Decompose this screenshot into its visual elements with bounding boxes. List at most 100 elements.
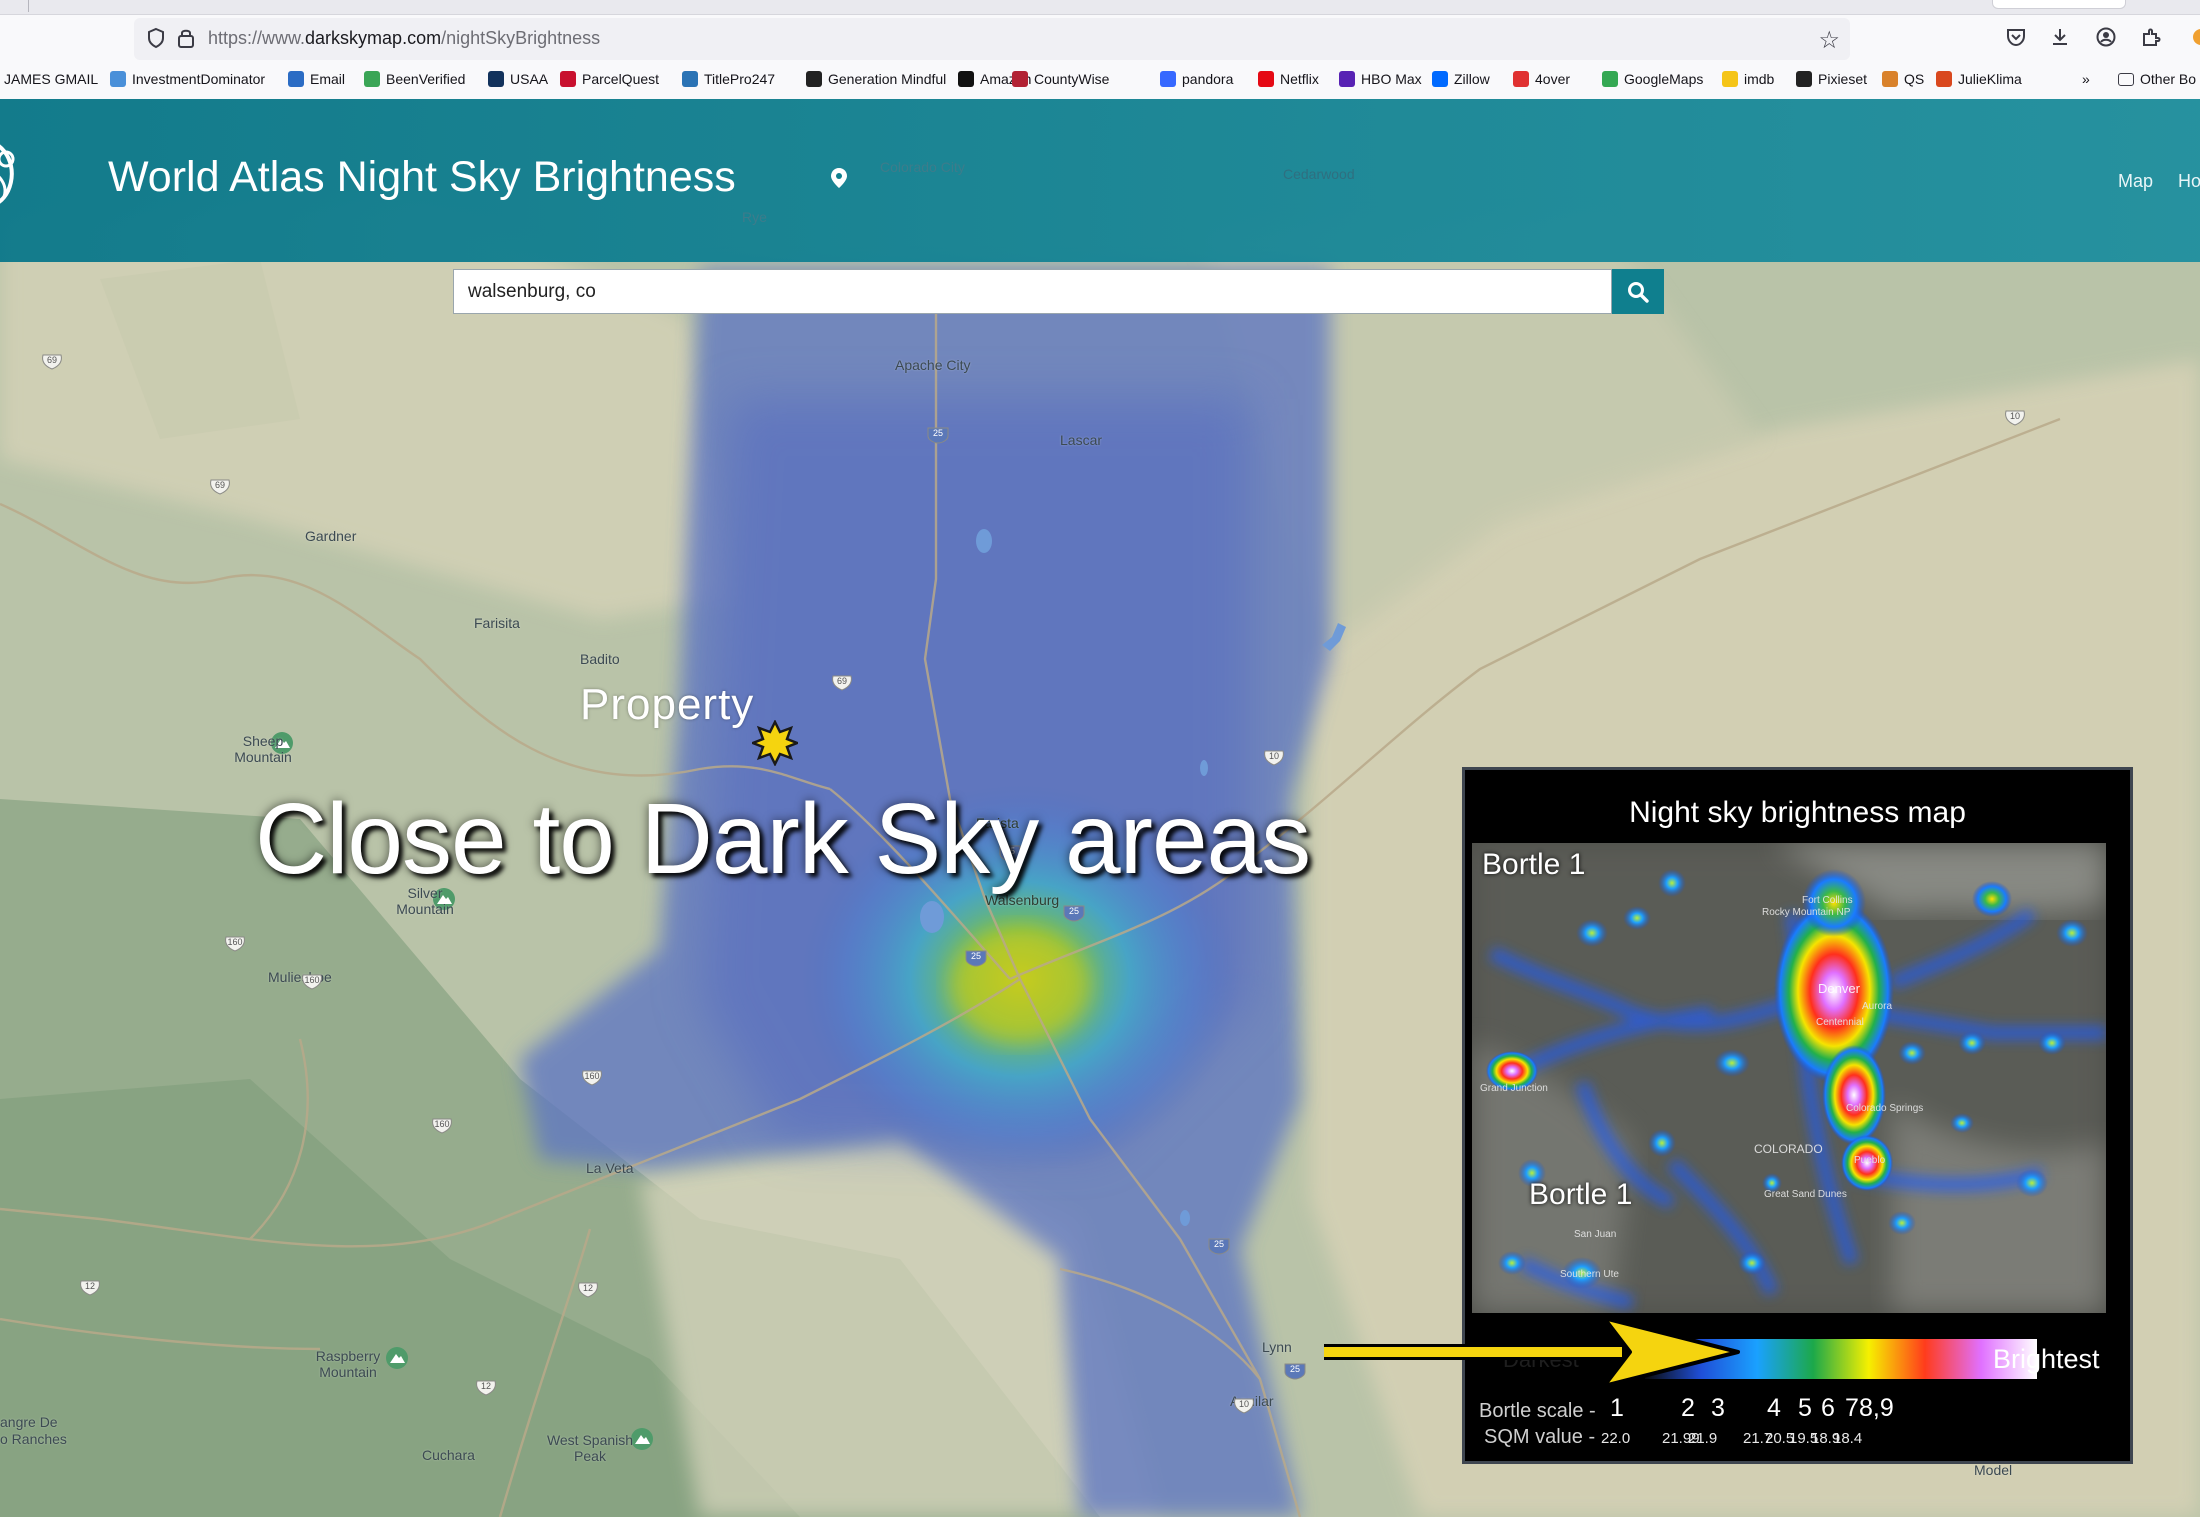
bookmark-label: QS bbox=[1904, 71, 1925, 87]
place-label: Apache City bbox=[895, 357, 971, 373]
url-bar[interactable]: https://www.darkskymap.com/nightSkyBrigh… bbox=[134, 18, 1850, 60]
bookmark-label: CountyWise bbox=[1034, 71, 1110, 87]
bookmark-label: pandora bbox=[1182, 71, 1234, 87]
bookmark-label: USAA bbox=[510, 71, 549, 87]
download-icon[interactable] bbox=[2047, 26, 2073, 52]
sqm-value: 21.9 bbox=[1688, 1430, 1718, 1447]
bookmark-item[interactable]: GoogleMaps bbox=[1602, 71, 1703, 87]
road-shield: 25 bbox=[1062, 904, 1086, 927]
bookmark-item[interactable]: JulieKlima bbox=[1936, 71, 2022, 87]
zillow-icon bbox=[1432, 71, 1448, 87]
road-shield: 69 bbox=[40, 353, 64, 376]
active-tab[interactable] bbox=[1992, 0, 2126, 9]
site-header: World Atlas Night Sky Brightness Colorad… bbox=[0, 99, 2200, 262]
account-icon[interactable] bbox=[2093, 26, 2119, 52]
lock-icon[interactable] bbox=[174, 27, 198, 51]
road-shield: 12 bbox=[474, 1379, 498, 1402]
bookmark-label: imdb bbox=[1744, 71, 1775, 87]
bookmark-item[interactable]: imdb bbox=[1722, 71, 1774, 87]
road-number: 25 bbox=[1213, 1239, 1224, 1249]
bookmark-item[interactable]: pandora bbox=[1160, 71, 1233, 87]
inset-city-label: Centennial bbox=[1816, 1017, 1864, 1028]
arrow-icon bbox=[1324, 1316, 1740, 1388]
place-label: Cedarwood bbox=[1283, 166, 1355, 182]
bookmark-label: ParcelQuest bbox=[582, 71, 660, 87]
pocket-icon[interactable] bbox=[2003, 26, 2029, 52]
road-number: 160 bbox=[584, 1071, 600, 1081]
jk-icon bbox=[1936, 71, 1952, 87]
road-shield: 69 bbox=[830, 674, 854, 697]
bortle-value: 6 bbox=[1821, 1394, 1835, 1422]
other-bookmarks-folder[interactable]: Other Bo bbox=[2118, 71, 2196, 87]
bookmarks-bar: JAMES GMAIL InvestmentDominator Email BeenV… bbox=[0, 66, 2200, 96]
bookmark-item[interactable]: Pixieset bbox=[1796, 71, 1867, 87]
bookmark-item[interactable]: TitlePro247 bbox=[682, 71, 775, 87]
pandora-icon bbox=[1160, 71, 1176, 87]
place-label: angre De bbox=[0, 1414, 58, 1430]
bookmark-item[interactable]: ParcelQuest bbox=[560, 71, 659, 87]
road-shield: 160 bbox=[300, 973, 324, 996]
search-input[interactable] bbox=[453, 269, 1612, 314]
url-prefix: https://www. bbox=[208, 28, 306, 48]
site-title[interactable]: World Atlas Night Sky Brightness bbox=[108, 153, 736, 202]
lake-icon bbox=[976, 529, 992, 553]
inset-city-label: Colorado Springs bbox=[1846, 1103, 1923, 1114]
bortle-value: 8,9 bbox=[1859, 1394, 1894, 1422]
bookmark-label: GoogleMaps bbox=[1624, 71, 1704, 87]
extensions-icon[interactable] bbox=[2138, 26, 2164, 52]
inset-city-label: Grand Junction bbox=[1480, 1083, 1548, 1094]
bookmark-label: HBO Max bbox=[1361, 71, 1422, 87]
search-button[interactable] bbox=[1612, 269, 1664, 314]
road-number: 160 bbox=[227, 937, 243, 947]
road-number: 69 bbox=[836, 676, 847, 686]
bortle-value: 4 bbox=[1767, 1394, 1781, 1422]
4over-icon bbox=[1513, 71, 1529, 87]
place-label: Lascar bbox=[1060, 432, 1103, 448]
nav-map-link[interactable]: Map bbox=[2118, 171, 2153, 192]
map-pin-icon bbox=[1602, 71, 1618, 87]
bookmark-label: Netflix bbox=[1280, 71, 1319, 87]
bookmark-item[interactable]: CountyWise bbox=[1012, 71, 1109, 87]
bookmark-item[interactable]: Netflix bbox=[1258, 71, 1319, 87]
bortle-value: 5 bbox=[1798, 1394, 1812, 1422]
bookmark-label: InvestmentDominator bbox=[132, 71, 266, 87]
inset-city-label: Fort Collins bbox=[1802, 895, 1853, 906]
bookmark-item[interactable]: Zillow bbox=[1432, 71, 1490, 87]
road-number: 10 bbox=[1268, 751, 1279, 761]
bookmark-item[interactable]: QS bbox=[1882, 71, 1924, 87]
bookmark-item[interactable]: Email bbox=[288, 71, 345, 87]
headline-text: Close to Dark Sky areas bbox=[255, 783, 1311, 895]
bookmark-label: Zillow bbox=[1454, 71, 1490, 87]
road-number: 160 bbox=[304, 975, 320, 985]
bookmark-item[interactable]: InvestmentDominator bbox=[110, 71, 265, 87]
road-number: 25 bbox=[1068, 906, 1079, 916]
bookmarks-overflow-chevron-icon[interactable]: » bbox=[2082, 71, 2090, 87]
bookmark-star-icon[interactable]: ☆ bbox=[1818, 26, 1840, 55]
bookmark-item[interactable]: 4over bbox=[1513, 71, 1570, 87]
bookmark-item[interactable]: HBO Max bbox=[1339, 71, 1422, 87]
nav-home-link[interactable]: Ho bbox=[2178, 171, 2200, 192]
bookmark-item[interactable]: JAMES GMAIL bbox=[4, 71, 98, 87]
place-label: o Ranches bbox=[0, 1431, 67, 1447]
bookmark-item[interactable]: BeenVerified bbox=[364, 71, 465, 87]
pixieset-icon bbox=[1796, 71, 1812, 87]
inset-city-label: Great Sand Dunes bbox=[1764, 1189, 1847, 1200]
place-label: Sheep Mountain bbox=[234, 733, 292, 765]
extension-icon[interactable] bbox=[2184, 26, 2200, 52]
road-number: 25 bbox=[932, 428, 943, 438]
road-shield: 10 bbox=[1232, 1397, 1256, 1420]
bookmark-item[interactable]: USAA bbox=[488, 71, 548, 87]
search-icon bbox=[1628, 281, 1649, 303]
inset-city-label: COLORADO bbox=[1754, 1142, 1823, 1156]
place-label: Rye bbox=[742, 209, 767, 225]
site-logo-icon[interactable] bbox=[0, 129, 24, 213]
shield-icon[interactable] bbox=[144, 27, 168, 51]
url-text[interactable]: https://www.darkskymap.com/nightSkyBrigh… bbox=[208, 28, 600, 49]
bortle-scale-label: Bortle scale - bbox=[1479, 1400, 1596, 1422]
place-label: Farisita bbox=[474, 615, 520, 631]
bookmark-item[interactable]: Generation Mindful bbox=[806, 71, 946, 87]
lake-icon bbox=[1322, 623, 1346, 651]
location-pin-icon[interactable] bbox=[830, 167, 848, 189]
road-shield: 25 bbox=[1207, 1237, 1231, 1260]
house-icon bbox=[110, 71, 126, 87]
